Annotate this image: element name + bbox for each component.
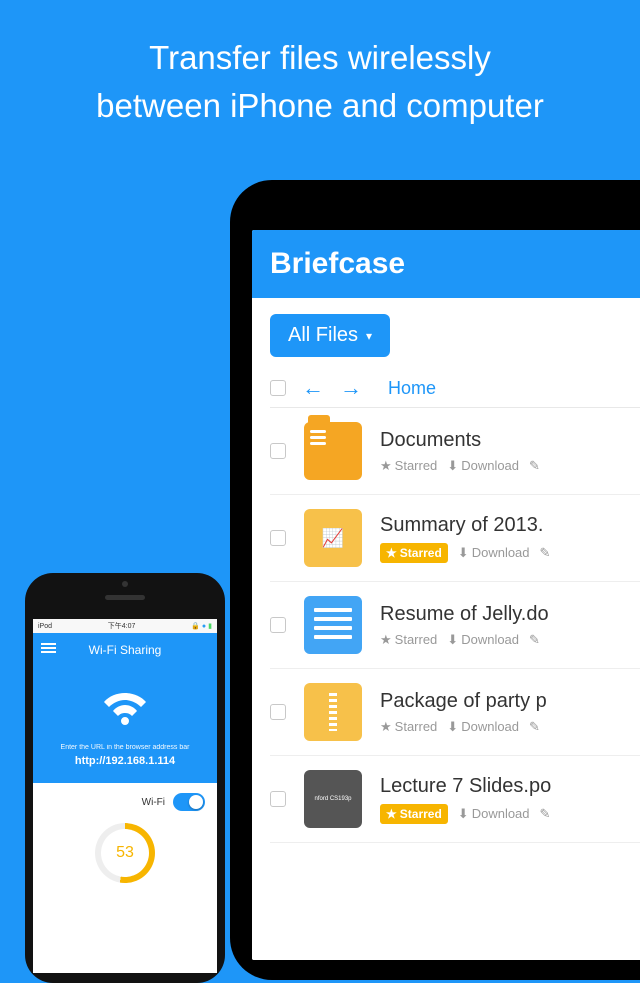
edit-action[interactable]: ✎ — [529, 458, 540, 474]
edit-action[interactable]: ✎ — [529, 632, 540, 648]
wifi-toggle[interactable] — [173, 793, 205, 811]
wifi-toggle-label: Wi-Fi — [142, 797, 165, 808]
progress-value: 53 — [116, 844, 134, 862]
status-time: 下午4:07 — [108, 621, 136, 631]
headline-line2: between iPhone and computer — [96, 87, 544, 124]
breadcrumb-home[interactable]: Home — [388, 378, 436, 399]
status-indicators: 🔒 ● ▮ — [191, 622, 212, 630]
file-row[interactable]: Resume of Jelly.do ★ Starred ⬇ Download … — [270, 582, 640, 669]
download-action[interactable]: ⬇ Download — [447, 719, 519, 735]
file-name: Summary of 2013. — [380, 514, 640, 537]
starred-action[interactable]: ★ Starred — [380, 632, 437, 648]
lock-icon: 🔒 — [191, 622, 200, 630]
select-all-checkbox[interactable] — [270, 380, 286, 396]
phone-header: Wi-Fi Sharing — [33, 633, 217, 667]
file-row[interactable]: 📈 Summary of 2013. ★ Starred ⬇ Download … — [270, 495, 640, 582]
file-name: Lecture 7 Slides.po — [380, 775, 640, 798]
bluetooth-icon: ● — [202, 623, 206, 630]
file-name: Documents — [380, 429, 640, 452]
back-arrow-icon[interactable]: ← — [302, 375, 324, 401]
dropdown-label: All Files — [288, 324, 358, 347]
screen-title: Wi-Fi Sharing — [89, 643, 162, 657]
lower-panel: Wi-Fi 53 — [33, 783, 217, 973]
download-action[interactable]: ⬇ Download — [458, 806, 530, 822]
archive-file-icon — [304, 683, 362, 741]
file-row[interactable]: nford CS193p Lecture 7 Slides.po ★ Starr… — [270, 756, 640, 843]
app-title: Briefcase — [270, 247, 405, 281]
download-action[interactable]: ⬇ Download — [458, 545, 530, 561]
marketing-headline: Transfer files wirelessly between iPhone… — [0, 0, 640, 130]
progress-ring: 53 — [95, 823, 155, 883]
row-checkbox[interactable] — [270, 617, 286, 633]
file-name: Resume of Jelly.do — [380, 603, 640, 626]
edit-action[interactable]: ✎ — [540, 545, 551, 561]
row-checkbox[interactable] — [270, 443, 286, 459]
wifi-panel: Enter the URL in the browser address bar… — [33, 667, 217, 783]
row-checkbox[interactable] — [270, 791, 286, 807]
nav-row: ← → Home — [270, 375, 640, 408]
row-checkbox[interactable] — [270, 530, 286, 546]
file-name: Package of party p — [380, 690, 640, 713]
wifi-icon — [41, 681, 209, 734]
forward-arrow-icon[interactable]: → — [340, 375, 362, 401]
battery-icon: ▮ — [208, 622, 212, 630]
slides-file-icon: nford CS193p — [304, 770, 362, 828]
row-checkbox[interactable] — [270, 704, 286, 720]
tablet-content: All Files ▾ ← → Home Documents ★ Starred… — [252, 298, 640, 960]
download-action[interactable]: ⬇ Download — [447, 458, 519, 474]
starred-action[interactable]: ★ Starred — [380, 458, 437, 474]
app-titlebar: Briefcase — [252, 230, 640, 298]
status-bar: iPod 下午4:07 🔒 ● ▮ — [33, 619, 217, 633]
tablet-frame: Briefcase All Files ▾ ← → Home Documents — [230, 180, 640, 980]
file-row[interactable]: Package of party p ★ Starred ⬇ Download … — [270, 669, 640, 756]
file-row[interactable]: Documents ★ Starred ⬇ Download ✎ — [270, 408, 640, 495]
instruction-text: Enter the URL in the browser address bar — [41, 744, 209, 751]
image-file-icon: 📈 — [304, 509, 362, 567]
starred-action[interactable]: ★ Starred — [380, 719, 437, 735]
download-action[interactable]: ⬇ Download — [447, 632, 519, 648]
headline-line1: Transfer files wirelessly — [149, 39, 491, 76]
status-carrier: iPod — [38, 623, 52, 630]
starred-badge[interactable]: ★ Starred — [380, 543, 448, 563]
all-files-dropdown[interactable]: All Files ▾ — [270, 314, 390, 357]
caret-down-icon: ▾ — [366, 329, 372, 343]
tablet-screen: Briefcase All Files ▾ ← → Home Documents — [252, 230, 640, 960]
starred-badge[interactable]: ★ Starred — [380, 804, 448, 824]
phone-frame: iPod 下午4:07 🔒 ● ▮ Wi-Fi Sharing Enter th… — [25, 573, 225, 983]
document-file-icon — [304, 596, 362, 654]
share-url: http://192.168.1.114 — [41, 755, 209, 767]
edit-action[interactable]: ✎ — [529, 719, 540, 735]
folder-icon — [304, 422, 362, 480]
menu-icon[interactable] — [41, 643, 56, 645]
phone-screen: iPod 下午4:07 🔒 ● ▮ Wi-Fi Sharing Enter th… — [33, 619, 217, 973]
edit-action[interactable]: ✎ — [540, 806, 551, 822]
